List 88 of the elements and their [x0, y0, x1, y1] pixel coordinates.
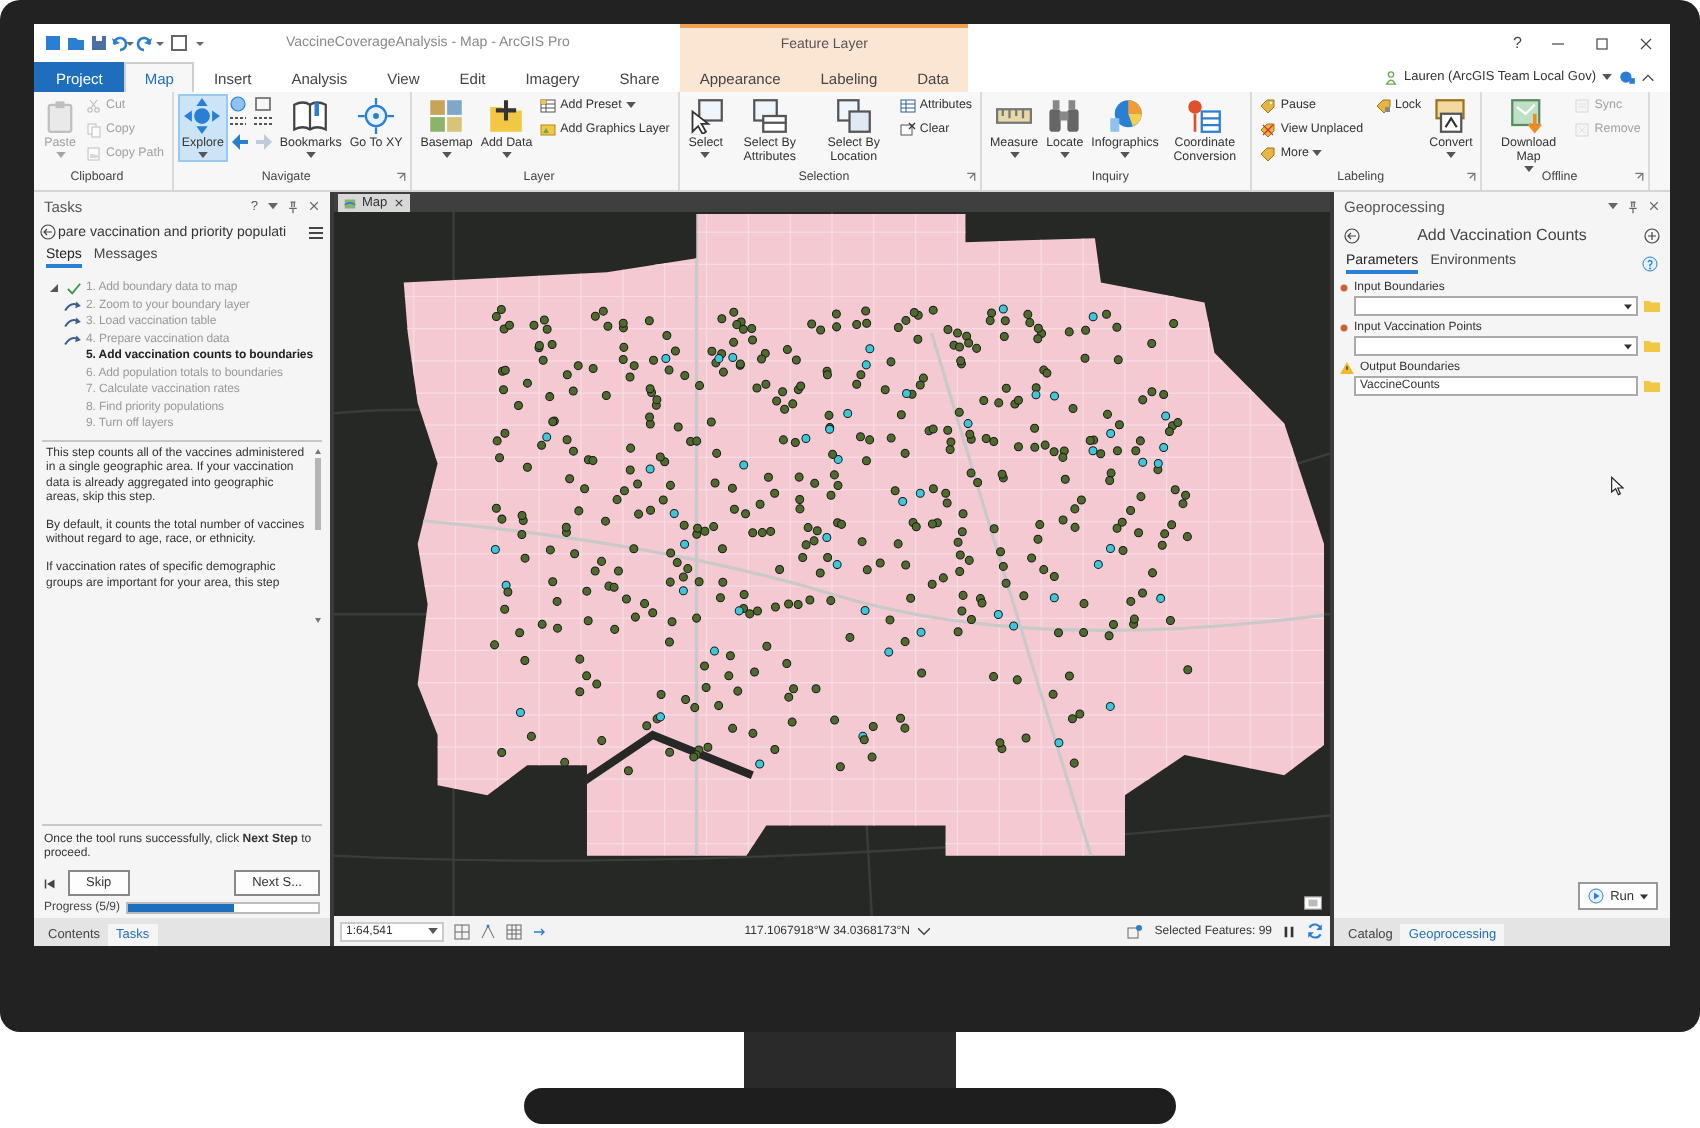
- document-icon: [1574, 97, 1591, 113]
- tool-title: Add Vaccination Counts: [1417, 226, 1587, 244]
- caret-icon: [1602, 74, 1612, 80]
- first-step-icon: [44, 877, 56, 889]
- snapping-icon: [480, 923, 496, 939]
- clipboard-icon: [42, 98, 78, 134]
- map-download-icon: [1510, 98, 1547, 134]
- table-select-icon: [751, 98, 788, 134]
- label-document-icon: [1432, 98, 1469, 134]
- mouse-pointer-icon: [1610, 476, 1624, 496]
- tiles-icon: [428, 98, 465, 134]
- caret-icon: [1640, 893, 1648, 899]
- back-icon: [40, 224, 56, 240]
- book-icon: [292, 98, 329, 134]
- dialog-launcher-icon[interactable]: [1634, 172, 1645, 182]
- navigation-tools-drawing: [227, 94, 276, 154]
- collapse-icon: [1642, 73, 1654, 81]
- pin-table-icon: [1186, 98, 1223, 134]
- caret-icon: [1624, 343, 1632, 349]
- maximize-icon: [1594, 35, 1610, 51]
- document-icon: [1574, 121, 1591, 137]
- map-icon: [344, 197, 356, 209]
- menu-icon: [308, 225, 324, 239]
- back-icon: [1344, 227, 1360, 243]
- close-icon: [393, 198, 404, 208]
- table-icon: [506, 923, 522, 939]
- clear-icon: [899, 121, 916, 137]
- caret-icon: [55, 152, 65, 158]
- binoculars-icon: [1046, 98, 1083, 134]
- caret-icon: [1624, 303, 1632, 309]
- folder-icon: [1644, 340, 1660, 352]
- caret-icon: [625, 102, 636, 108]
- add-icon: [1643, 227, 1660, 243]
- overlap-icon: [835, 98, 872, 134]
- layer-square-icon: [540, 121, 557, 137]
- help-button[interactable]: ?: [1513, 34, 1522, 52]
- folder-plus-icon: [488, 98, 525, 134]
- caret-icon: [501, 152, 512, 158]
- dropdown-field[interactable]: [1354, 336, 1638, 356]
- crosshair-icon: [358, 98, 395, 134]
- caret-icon: [1312, 150, 1323, 156]
- dialog-launcher-icon[interactable]: [1466, 172, 1477, 182]
- expand-triangle-icon[interactable]: [50, 284, 58, 292]
- tag-icon: [1260, 145, 1277, 161]
- caret-icon: [428, 928, 438, 934]
- pin-icon: [1628, 199, 1638, 213]
- scissors-icon: [86, 97, 102, 113]
- folder-icon: [1644, 380, 1660, 392]
- table-icon: [540, 97, 557, 113]
- selection-icon: [1126, 923, 1145, 939]
- caret-icon: [1059, 152, 1070, 158]
- caret-icon: [918, 927, 931, 935]
- caret-icon: [1009, 152, 1020, 158]
- dialog-launcher-icon[interactable]: [966, 172, 976, 182]
- close-icon: [1638, 35, 1654, 51]
- menu-caret-icon: [268, 202, 278, 210]
- close-icon: [308, 200, 320, 212]
- help-icon[interactable]: [1642, 256, 1658, 272]
- copy-path-icon: [86, 145, 102, 161]
- play-icon: [1588, 888, 1605, 904]
- tag-icon: [1260, 97, 1277, 113]
- caret-icon: [700, 152, 711, 158]
- close-icon: [1648, 200, 1660, 212]
- folder-icon: [1644, 300, 1660, 312]
- caret-icon: [1120, 152, 1131, 158]
- menu-caret-icon: [1608, 202, 1618, 210]
- pan-arrows-icon: [184, 98, 221, 134]
- checkmark-icon: [66, 281, 82, 296]
- map-drawing[interactable]: [334, 212, 1330, 916]
- refresh-icon: [1306, 922, 1324, 940]
- dropdown-field[interactable]: [1354, 296, 1638, 316]
- caret-icon: [1445, 152, 1456, 158]
- person-icon: [1384, 69, 1399, 85]
- caret-icon: [305, 152, 316, 158]
- tag-icon: [1375, 97, 1392, 113]
- pause-icon: [1282, 923, 1296, 939]
- caret-icon: [197, 152, 208, 158]
- pin-icon: [288, 199, 298, 213]
- tag-icon: [1260, 121, 1277, 137]
- overview-icon[interactable]: [1304, 896, 1322, 910]
- cursor-select-icon: [687, 98, 724, 134]
- copy-icon: [86, 121, 102, 137]
- attribute-table-icon: [899, 97, 916, 113]
- caret-icon: [1523, 166, 1534, 172]
- grid-icon: [454, 923, 470, 939]
- caret-icon: [441, 152, 452, 158]
- pie-chart-icon: [1107, 98, 1144, 134]
- dialog-launcher-icon[interactable]: [396, 172, 407, 182]
